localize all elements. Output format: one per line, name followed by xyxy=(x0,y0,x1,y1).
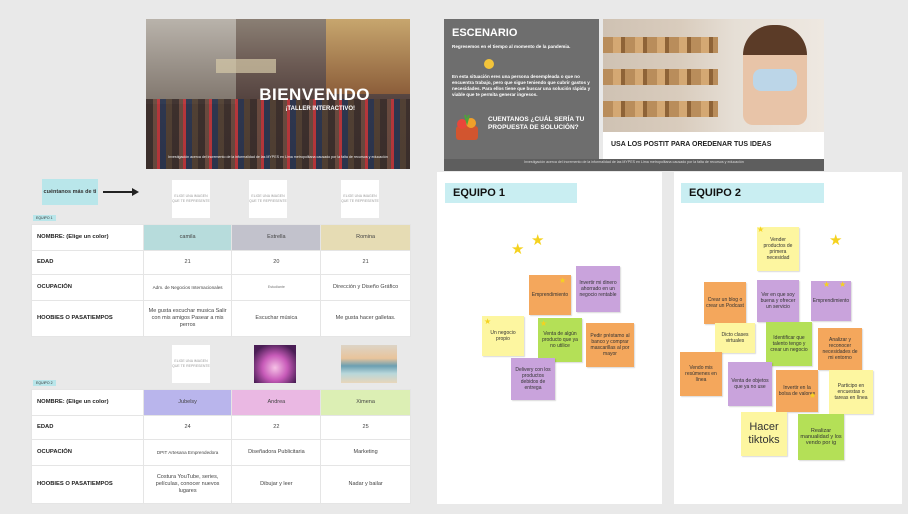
team1-tag: EQUIPO 1 xyxy=(33,215,56,221)
star-icon: ★ xyxy=(531,232,545,249)
scenario-body: En esta situación eres una persona desem… xyxy=(452,74,591,97)
member-occupation[interactable]: DPIT Artesana Emprendedora xyxy=(142,439,233,466)
sticky-note[interactable]: Delivery con los productos debidos de en… xyxy=(511,358,555,400)
scenario-panel: ESCENARIO Regresemos en el tiempo al mom… xyxy=(444,19,599,159)
welcome-subtitle: ¡TALLER INTERACTIVO! xyxy=(285,106,355,112)
sticky-note[interactable]: Dicto clases virtuales xyxy=(715,323,755,353)
sticky-note[interactable]: Realizar manualidad y los vendo por ig xyxy=(798,414,844,460)
row-label-age: EDAD xyxy=(31,250,144,275)
member-age[interactable]: 21 xyxy=(320,250,411,275)
member-age[interactable]: 21 xyxy=(142,250,233,275)
member-occupation[interactable]: Diseñadora Publicitaria xyxy=(231,439,322,466)
awning-shape xyxy=(216,59,276,73)
star-icon: ★ xyxy=(484,317,492,326)
sticky-note[interactable]: Participo en encuestas o tareas en línea xyxy=(829,370,873,414)
team2-tag: EQUIPO 2 xyxy=(33,380,56,386)
member-age[interactable]: 24 xyxy=(142,415,233,440)
member-hobbies[interactable]: Costura YouTube, series, películas, cono… xyxy=(142,465,233,504)
team1-profile-table: NOMBRE: (Elige un color) camila Estrella… xyxy=(31,224,411,337)
scenario-footnote: Investigación acerca del incremento de l… xyxy=(444,159,824,171)
photo-placeholder[interactable]: ELIGE UNA IMAGEN QUE TE REPRESENTE xyxy=(249,180,287,218)
member-name[interactable]: camila xyxy=(142,224,233,251)
row-label-occupation: OCUPACIÓN xyxy=(31,439,144,466)
sticky-note[interactable]: Ver en que soy buena y ofrecer un servic… xyxy=(757,280,799,322)
team2-profile-table: NOMBRE: (Elige un color) Jubelsy Andrea … xyxy=(31,389,411,504)
star-icon: ★ xyxy=(829,232,843,249)
row-label-hobbies: HOOBIES O PASATIEMPOS xyxy=(31,465,144,504)
scenario-question: CUENTANOS ¿CUÁL SERÍA TU PROPUESTA DE SO… xyxy=(488,116,585,131)
star-icon: ★ xyxy=(559,276,567,285)
member-occupation[interactable]: Dirección y Diseño Gráfico xyxy=(320,274,411,301)
member-age[interactable]: 22 xyxy=(231,415,322,440)
photo-placeholder[interactable]: ELIGE UNA IMAGEN QUE TE REPRESENTE xyxy=(341,180,379,218)
member-age[interactable]: 25 xyxy=(320,415,411,440)
team1-title: EQUIPO 1 xyxy=(445,183,577,203)
row-label-name: NOMBRE: (Elige un color) xyxy=(31,224,144,251)
member-hobbies[interactable]: Nadar y bailar xyxy=(320,465,411,504)
bread-shelf xyxy=(603,37,718,53)
tell-us-more-label: cuéntanos más de ti xyxy=(42,179,98,205)
member-name[interactable]: Ximena xyxy=(320,389,411,416)
photo-placeholder[interactable]: ELIGE UNA IMAGEN QUE TE REPRESENTE xyxy=(172,180,210,218)
sticky-note[interactable]: Identificar que talento tengo y crear un… xyxy=(766,322,812,366)
row-label-age: EDAD xyxy=(31,415,144,440)
pink-sunset-image[interactable] xyxy=(254,345,296,383)
member-occupation[interactable]: Estudiante xyxy=(231,274,322,301)
fruit-basket-icon xyxy=(456,114,478,140)
star-icon: ★ xyxy=(809,391,817,400)
welcome-footnote: Investigación acerca del incremento de l… xyxy=(168,155,388,159)
star-icon: ★ xyxy=(540,319,548,328)
row-label-hobbies: HOOBIES O PASATIEMPOS xyxy=(31,300,144,337)
photo-placeholder[interactable]: ELIGE UNA IMAGEN QUE TE REPRESENTE xyxy=(172,345,210,383)
star-icon: ★ xyxy=(757,225,765,234)
member-hobbies[interactable]: Me gusta escuchar musica Salir con mis a… xyxy=(142,300,233,337)
sticky-note[interactable]: Hacer tiktoks xyxy=(741,412,787,456)
sticky-note[interactable]: Vendo mis resúmenes en línea xyxy=(680,352,722,396)
member-hobbies[interactable]: Escuchar música xyxy=(231,300,322,337)
row-label-name: NOMBRE: (Elige un color) xyxy=(31,389,144,416)
star-icon: ★ xyxy=(823,280,831,289)
smiley-icon xyxy=(484,59,494,69)
star-icon: ★ xyxy=(511,241,525,258)
member-age[interactable]: 20 xyxy=(231,250,322,275)
face-mask-shape xyxy=(753,69,797,91)
row-label-occupation: OCUPACIÓN xyxy=(31,274,144,301)
sticky-note[interactable]: Pedir préstamo al banco y comprar mascar… xyxy=(586,323,634,367)
sticky-note[interactable]: Invertir mi dinero ahorrado en un negoci… xyxy=(576,266,620,312)
postit-instruction: USA LOS POSTIT PARA OREDENAR TUS IDEAS xyxy=(611,141,772,148)
welcome-title: BIENVENIDO xyxy=(259,85,370,104)
star-icon: ★ xyxy=(839,280,847,289)
sticky-note[interactable]: Venta de objetos que ya no use xyxy=(728,362,772,406)
bakery-image-panel: USA LOS POSTIT PARA OREDENAR TUS IDEAS xyxy=(603,19,824,159)
member-name[interactable]: Jubelsy xyxy=(142,389,233,416)
sticky-note[interactable]: Crear un blog o crear un Podcast xyxy=(704,282,746,324)
member-hobbies[interactable]: Dibujar y leer xyxy=(231,465,322,504)
sticky-note[interactable]: Analizar y reconocer necesidades de mi e… xyxy=(818,328,862,370)
welcome-banner: BIENVENIDO ¡TALLER INTERACTIVO! xyxy=(146,19,410,169)
member-occupation[interactable]: Marketing xyxy=(320,439,411,466)
scenario-intro: Regresemos en el tiempo al momento de la… xyxy=(452,44,571,49)
building-shape xyxy=(326,19,410,94)
bread-shelf xyxy=(603,69,718,85)
member-occupation[interactable]: Adm. de Negocios Internacionales xyxy=(142,274,233,301)
member-name[interactable]: Estrella xyxy=(231,224,322,251)
member-name[interactable]: Andrea xyxy=(231,389,322,416)
member-hobbies[interactable]: Me gusta hacer galletas. xyxy=(320,300,411,337)
arrow-right-icon xyxy=(103,188,139,196)
team2-title: EQUIPO 2 xyxy=(681,183,824,203)
beach-image[interactable] xyxy=(341,345,397,383)
member-name[interactable]: Romina xyxy=(320,224,411,251)
bread-shelf xyxy=(603,101,718,117)
scenario-heading: ESCENARIO xyxy=(452,27,518,39)
